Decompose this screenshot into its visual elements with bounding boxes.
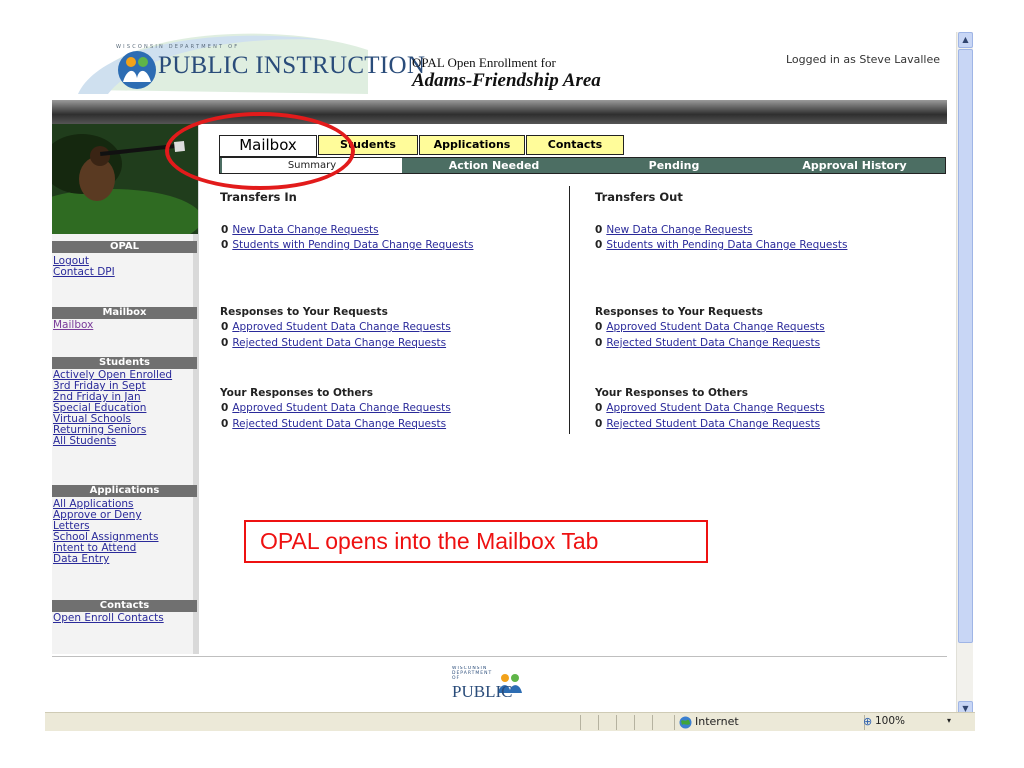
subtab-action-needed[interactable]: Action Needed (404, 158, 584, 173)
transfers-out-approved-link[interactable]: Approved Student Data Change Requests (606, 321, 824, 333)
transfers-out-new-requests-link[interactable]: New Data Change Requests (606, 224, 752, 236)
district-name: Adams-Friendship Area (412, 70, 601, 91)
page-header: WISCONSIN DEPARTMENT OF PUBLIC INSTRUCTI… (0, 0, 956, 100)
transfers-in-responses-head: Responses to Your Requests (220, 306, 388, 318)
security-zone-label: Internet (695, 715, 739, 728)
transfers-out-your-approved-row: 0 Approved Student Data Change Requests (595, 402, 825, 414)
mailbox-tab-highlight-circle (165, 112, 355, 190)
transfers-in-new-requests-row: 0 New Data Change Requests (221, 224, 379, 236)
globe-icon (679, 716, 692, 729)
sidebar-link-contact-dpi[interactable]: Contact DPI (53, 267, 115, 278)
browser-status-bar: Internet ⊕ 100% ▾ (45, 712, 975, 731)
sidebar-link-special-education[interactable]: Special Education (53, 403, 146, 414)
sidebar-link-virtual-schools[interactable]: Virtual Schools (53, 414, 131, 425)
tab-contacts[interactable]: Contacts (526, 135, 624, 155)
zoom-level[interactable]: 100% (875, 715, 905, 727)
count-value: 0 (221, 337, 229, 349)
count-value: 0 (595, 239, 603, 251)
sidebar-head-contacts: Contacts (52, 600, 197, 612)
sidebar-link-data-entry[interactable]: Data Entry (53, 554, 109, 565)
status-cell (598, 715, 616, 730)
transfers-out-pending-students-row: 0 Students with Pending Data Change Reque… (595, 239, 847, 251)
sidebar-link-all-students[interactable]: All Students (53, 436, 116, 447)
scroll-up-icon[interactable]: ▲ (958, 32, 973, 48)
count-value: 0 (221, 321, 229, 333)
status-cell (580, 715, 598, 730)
transfers-out-pending-students-link[interactable]: Students with Pending Data Change Reques… (606, 239, 847, 251)
sidebar-head-mailbox: Mailbox (52, 307, 197, 319)
header-divider-bar (52, 100, 947, 124)
count-value: 0 (221, 239, 229, 251)
transfers-out-approved-row: 0 Approved Student Data Change Requests (595, 321, 825, 333)
scrollbar-thumb[interactable] (958, 49, 973, 643)
transfers-in-your-rejected-link[interactable]: Rejected Student Data Change Requests (232, 418, 446, 430)
sidebar-link-returning-seniors[interactable]: Returning Seniors (53, 425, 146, 436)
dpi-logo-text: PUBLIC INSTRUCTION (158, 52, 426, 79)
count-value: 0 (595, 224, 603, 236)
subtab-pending[interactable]: Pending (584, 158, 764, 173)
subtab-approval-history[interactable]: Approval History (764, 158, 945, 173)
transfers-in-pending-students-link[interactable]: Students with Pending Data Change Reques… (232, 239, 473, 251)
dpi-logo-small-text: WISCONSIN DEPARTMENT OF (116, 44, 240, 50)
status-cell (634, 715, 652, 730)
count-value: 0 (595, 402, 603, 414)
annotation-callout: OPAL opens into the Mailbox Tab (244, 520, 708, 563)
transfers-in-approved-link[interactable]: Approved Student Data Change Requests (232, 321, 450, 333)
transfers-in-new-requests-link[interactable]: New Data Change Requests (232, 224, 378, 236)
transfers-out-your-rejected-link[interactable]: Rejected Student Data Change Requests (606, 418, 820, 430)
sidebar-head-applications: Applications (52, 485, 197, 497)
footer-divider (52, 656, 947, 657)
transfers-in-approved-row: 0 Approved Student Data Change Requests (221, 321, 451, 333)
transfers-out-your-responses-head: Your Responses to Others (595, 387, 748, 399)
transfers-in-your-approved-link[interactable]: Approved Student Data Change Requests (232, 402, 450, 414)
sidebar-link-approve-or-deny[interactable]: Approve or Deny (53, 510, 142, 521)
count-value: 0 (595, 337, 603, 349)
transfers-in-your-rejected-row: 0 Rejected Student Data Change Requests (221, 418, 446, 430)
chevron-down-icon[interactable]: ▾ (947, 716, 951, 725)
footer-logo-text: PUBLIC INSTRUCTION (452, 682, 552, 706)
sidebar-link-open-enroll-contacts[interactable]: Open Enroll Contacts (53, 613, 164, 624)
sidebar-link-all-applications[interactable]: All Applications (53, 499, 134, 510)
footer-dpi-logo: WISCONSIN DEPARTMENT OF PUBLIC INSTRUCTI… (452, 666, 552, 706)
transfers-out-title: Transfers Out (595, 190, 683, 204)
column-divider (569, 186, 570, 434)
tab-applications[interactable]: Applications (419, 135, 525, 155)
sidebar-head-opal: OPAL (52, 241, 197, 253)
vertical-scrollbar[interactable]: ▲ ▼ (956, 32, 973, 718)
sidebar-link-mailbox[interactable]: Mailbox (53, 320, 93, 331)
status-cell (652, 715, 674, 730)
dpi-children-icon (118, 51, 156, 89)
transfers-in-rejected-link[interactable]: Rejected Student Data Change Requests (232, 337, 446, 349)
sidebar-link-letters[interactable]: Letters (53, 521, 90, 532)
sidebar-head-students: Students (52, 357, 197, 369)
header-subtitle: OPAL Open Enrollment for (412, 55, 556, 70)
sidebar-link-school-assignments[interactable]: School Assignments (53, 532, 159, 543)
logged-in-user: Logged in as Steve Lavallee (786, 53, 940, 66)
sidebar-link-actively-open-enrolled[interactable]: Actively Open Enrolled (53, 370, 172, 381)
status-cell (616, 715, 634, 730)
footer-logo-small-text: WISCONSIN DEPARTMENT OF (452, 666, 493, 681)
left-sidebar: OPAL Logout Contact DPI Mailbox Mailbox … (52, 124, 199, 654)
transfers-in-your-approved-row: 0 Approved Student Data Change Requests (221, 402, 451, 414)
sidebar-link-2nd-friday-jan[interactable]: 2nd Friday in Jan (53, 392, 141, 403)
transfers-out-new-requests-row: 0 New Data Change Requests (595, 224, 753, 236)
transfers-in-rejected-row: 0 Rejected Student Data Change Requests (221, 337, 446, 349)
transfers-out-rejected-row: 0 Rejected Student Data Change Requests (595, 337, 820, 349)
transfers-in-pending-students-row: 0 Students with Pending Data Change Reque… (221, 239, 473, 251)
transfers-out-rejected-link[interactable]: Rejected Student Data Change Requests (606, 337, 820, 349)
transfers-in-title: Transfers In (220, 190, 297, 204)
transfers-out-your-approved-link[interactable]: Approved Student Data Change Requests (606, 402, 824, 414)
sidebar-link-intent-to-attend[interactable]: Intent to Attend (53, 543, 136, 554)
transfers-out-responses-head: Responses to Your Requests (595, 306, 763, 318)
sidebar-link-logout[interactable]: Logout (53, 256, 89, 267)
transfers-out-your-rejected-row: 0 Rejected Student Data Change Requests (595, 418, 820, 430)
transfers-in-your-responses-head: Your Responses to Others (220, 387, 373, 399)
count-value: 0 (595, 418, 603, 430)
sidebar-link-3rd-friday-sept[interactable]: 3rd Friday in Sept (53, 381, 146, 392)
count-value: 0 (221, 224, 229, 236)
count-value: 0 (221, 402, 229, 414)
count-value: 0 (221, 418, 229, 430)
zoom-icon: ⊕ (863, 715, 873, 728)
count-value: 0 (595, 321, 603, 333)
